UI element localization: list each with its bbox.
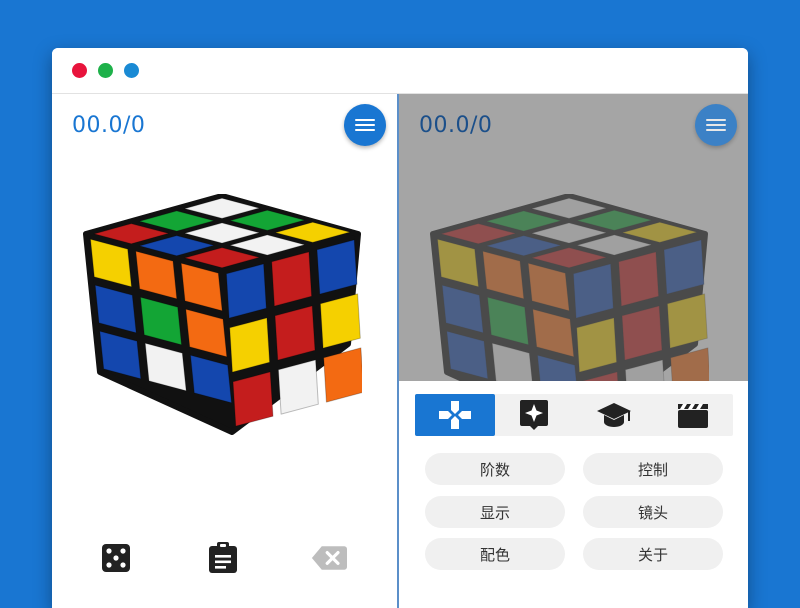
cube-view-right[interactable]: 00.0/0 阶数 控制 显示 镜头 配色 关于 [399, 94, 748, 608]
menu-button[interactable] [695, 104, 737, 146]
timer-display: 00.0/0 [419, 113, 493, 138]
tab-tutorial[interactable] [574, 394, 654, 436]
option-color-scheme[interactable]: 配色 [425, 538, 565, 570]
right-face-sticker [232, 371, 274, 427]
option-order[interactable]: 阶数 [425, 453, 565, 485]
option-display[interactable]: 显示 [425, 496, 565, 528]
option-controls[interactable]: 控制 [583, 453, 723, 485]
clipboard-button[interactable] [205, 540, 241, 576]
menu-icon [706, 118, 726, 132]
close-dot[interactable] [72, 63, 87, 78]
right-face-sticker [576, 317, 618, 373]
right-face-sticker [316, 239, 358, 295]
gamepad-icon [438, 401, 471, 429]
option-about[interactable]: 关于 [583, 538, 723, 570]
right-face-sticker [274, 305, 316, 361]
bottom-toolbar [52, 534, 397, 584]
menu-icon [355, 118, 375, 132]
title-bar [52, 48, 748, 94]
option-camera[interactable]: 镜头 [583, 496, 723, 528]
timer-display: 00.0/0 [72, 113, 146, 138]
right-face-sticker [323, 347, 362, 403]
right-face-sticker [572, 263, 614, 319]
backspace-icon [311, 546, 347, 570]
right-face-sticker [319, 293, 361, 349]
right-face-sticker [621, 305, 663, 361]
right-face-sticker [666, 293, 708, 349]
settings-sheet: 阶数 控制 显示 镜头 配色 关于 [399, 381, 748, 608]
cube-view-left[interactable]: 00.0/0 [52, 94, 397, 608]
clipboard-icon [209, 542, 237, 573]
menu-button[interactable] [344, 104, 386, 146]
dice-icon [102, 544, 130, 572]
app-window: 00.0/0 00.0/0 阶数 控制 显示 镜头 配色 关于 [52, 48, 748, 608]
right-face-sticker [663, 239, 705, 295]
right-face-sticker [618, 251, 660, 307]
maximize-dot[interactable] [98, 63, 113, 78]
settings-tabs [415, 394, 733, 436]
rubiks-cube[interactable] [82, 194, 362, 454]
tab-effects[interactable] [495, 394, 575, 436]
tab-video[interactable] [654, 394, 734, 436]
right-face-sticker [277, 359, 319, 415]
right-face-sticker [229, 317, 271, 373]
right-face-sticker [225, 263, 267, 319]
graduation-cap-icon [596, 403, 631, 427]
backspace-button[interactable] [311, 540, 347, 576]
sparkle-bubble-icon [520, 400, 549, 430]
right-face-sticker [271, 251, 313, 307]
clapperboard-icon [678, 404, 709, 428]
minimize-dot[interactable] [124, 63, 139, 78]
tab-game[interactable] [415, 394, 495, 436]
scramble-button[interactable] [98, 540, 134, 576]
